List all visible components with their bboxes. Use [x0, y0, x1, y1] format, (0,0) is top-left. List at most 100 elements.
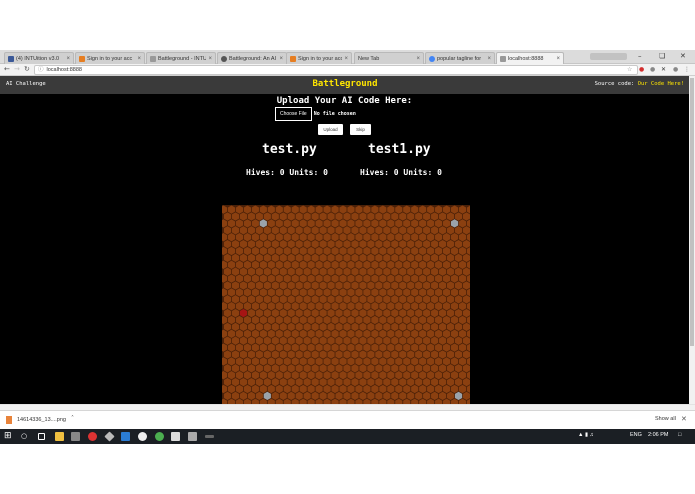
tab-title: Battleground - INTU — [158, 55, 207, 62]
hives-label: Hives: — [360, 168, 389, 177]
tab-title: popular tagline for — [437, 55, 482, 62]
menu-icon[interactable]: ⋮ — [684, 66, 690, 73]
top-margin — [0, 0, 695, 50]
profile-chip[interactable] — [590, 53, 627, 60]
close-tab-icon[interactable]: × — [416, 56, 420, 62]
extension-icon[interactable]: ● — [673, 66, 678, 73]
hives-label: Hives: — [246, 168, 275, 177]
tab-title: (4) INTUition v3.0 — [16, 55, 60, 62]
minimize-icon[interactable]: – — [638, 52, 642, 60]
show-all-link[interactable]: Show all — [655, 416, 676, 422]
browser-tab[interactable]: Sign in to your acc × — [286, 52, 352, 64]
address-bar[interactable]: ⓘ localhost:8888 — [34, 65, 638, 75]
upload-button[interactable]: Upload — [318, 124, 343, 135]
browser-tab[interactable]: Battleground: An AI × — [217, 52, 287, 64]
close-tab-icon[interactable]: × — [66, 56, 70, 62]
extension-icon[interactable]: ● — [650, 66, 655, 73]
close-tab-icon[interactable]: × — [556, 56, 560, 62]
units-label: Units: — [403, 168, 433, 177]
task-view-icon[interactable] — [38, 433, 45, 440]
player2-hives: 0 — [393, 168, 399, 177]
units-label: Units: — [289, 168, 319, 177]
tab-title: localhost:8888 — [508, 55, 544, 62]
app-icon[interactable] — [188, 432, 197, 441]
windows-taskbar: ⊞ ○ ▲ ▮ ♫ ENG 2:06 PM □ — [0, 429, 695, 444]
upload-heading: Upload Your AI Code Here: — [276, 96, 413, 106]
extension-icon[interactable]: ● — [639, 66, 644, 73]
scrollbar-thumb[interactable] — [690, 78, 694, 346]
file-explorer-icon[interactable] — [55, 432, 64, 441]
close-tab-icon[interactable]: × — [487, 56, 491, 62]
source-code-text: Source code: Our Code Here! — [595, 81, 684, 87]
close-tab-icon[interactable]: × — [208, 56, 212, 62]
chevron-up-icon[interactable]: ˄ — [71, 415, 74, 422]
download-shelf: 14614336_13....png ˄ Show all ✕ — [0, 410, 695, 429]
source-code-link[interactable]: Our Code Here! — [638, 81, 684, 87]
browser-tab[interactable]: popular tagline for × — [425, 52, 495, 64]
browser-tab[interactable]: Sign in to your acc × — [75, 52, 145, 64]
app-icon[interactable] — [205, 435, 214, 438]
screenshot-frame: (4) INTUition v3.0 × Sign in to your acc… — [0, 0, 695, 494]
tab-title: Battleground: An AI — [229, 55, 277, 62]
file-status: No file chosen — [313, 111, 356, 117]
player2-units: 0 — [437, 168, 442, 177]
search-icon[interactable]: ○ — [21, 432, 30, 441]
bookmark-star-icon[interactable]: ☆ — [627, 66, 632, 73]
download-item[interactable]: 14614336_13....png — [17, 417, 66, 423]
url-text: localhost:8888 — [46, 67, 82, 73]
hex-game-board[interactable] — [222, 205, 470, 404]
close-tab-icon[interactable]: × — [344, 56, 348, 62]
page-icon — [150, 55, 156, 62]
chrome-icon[interactable] — [155, 432, 164, 441]
player1-name: test.py — [262, 142, 317, 157]
tab-title: Sign in to your acc — [87, 55, 133, 62]
tab-title: Sign in to your acc — [298, 55, 343, 62]
bottom-margin — [0, 444, 695, 494]
github-icon — [221, 55, 227, 62]
site-title: Battleground — [312, 79, 378, 89]
close-icon[interactable]: ✕ — [681, 415, 687, 423]
choose-file-button[interactable]: Choose File — [275, 107, 312, 121]
forward-icon[interactable]: → — [14, 65, 20, 73]
close-window-icon[interactable]: ✕ — [680, 52, 686, 60]
browser-toolbar: ← → ↻ ⓘ localhost:8888 ☆ ● ● ✕ ● ⋮ — [0, 64, 695, 76]
app-icon[interactable] — [121, 432, 130, 441]
tray-icons[interactable]: ▲ ▮ ♫ — [578, 432, 594, 438]
player2-name: test1.py — [368, 142, 431, 157]
player1-hives: 0 — [279, 168, 285, 177]
player1-stats: Hives: 0 Units: 0 — [246, 168, 328, 177]
app-icon[interactable] — [138, 432, 147, 441]
browser-tab[interactable]: (4) INTUition v3.0 × — [4, 52, 74, 64]
file-input[interactable]: Choose File No file chosen — [275, 107, 356, 121]
clock[interactable]: 2:06 PM — [648, 432, 668, 438]
player1-units: 0 — [323, 168, 328, 177]
page-icon — [500, 55, 506, 62]
signin-icon — [79, 55, 85, 62]
reload-icon[interactable]: ↻ — [24, 65, 30, 73]
browser-tab-active[interactable]: localhost:8888 × — [496, 52, 564, 64]
close-tab-icon[interactable]: × — [137, 56, 141, 62]
back-icon[interactable]: ← — [4, 65, 10, 73]
browser-tab[interactable]: Battleground - INTU × — [146, 52, 216, 64]
info-icon: ⓘ — [38, 67, 44, 73]
facebook-icon — [8, 55, 14, 62]
maximize-icon[interactable]: ❏ — [659, 52, 665, 60]
app-icon[interactable] — [71, 432, 80, 441]
source-label: Source code: — [594, 81, 635, 87]
app-icon[interactable] — [88, 432, 97, 441]
app-icon[interactable] — [104, 431, 115, 442]
notifications-icon[interactable]: □ — [678, 432, 681, 438]
google-icon — [429, 55, 435, 62]
tab-title: New Tab — [358, 55, 380, 62]
skip-button[interactable]: Skip — [350, 124, 371, 135]
browser-tab[interactable]: New Tab × — [354, 52, 424, 64]
extension-x-icon[interactable]: ✕ — [661, 66, 666, 73]
language-indicator[interactable]: ENG — [630, 432, 642, 438]
windows-start-icon[interactable]: ⊞ — [4, 431, 13, 441]
player2-stats: Hives: 0 Units: 0 — [360, 168, 442, 177]
app-icon[interactable] — [171, 432, 180, 441]
site-header: AI Challenge Battleground Source code: O… — [0, 76, 695, 94]
browser-tab-strip: (4) INTUition v3.0 × Sign in to your acc… — [0, 50, 695, 64]
file-icon — [6, 416, 12, 424]
close-tab-icon[interactable]: × — [279, 56, 283, 62]
